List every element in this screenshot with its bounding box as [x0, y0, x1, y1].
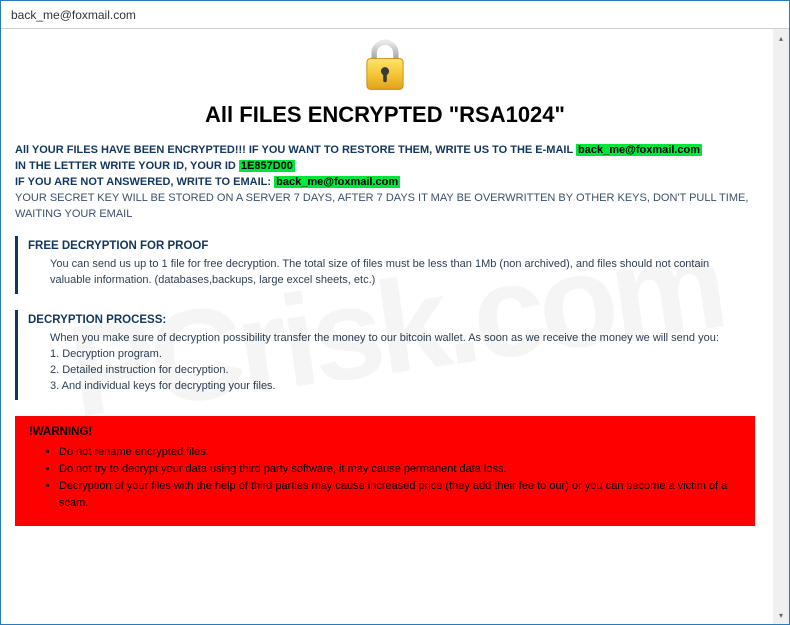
proof-body: You can send us up to 1 file for free de…	[28, 256, 747, 288]
lock-icon-wrap	[15, 35, 755, 98]
intro-line2: IN THE LETTER WRITE YOUR ID, YOUR ID	[15, 160, 239, 172]
intro-line1: All YOUR FILES HAVE BEEN ENCRYPTED!!! IF…	[15, 144, 576, 156]
proof-section: FREE DECRYPTION FOR PROOF You can send u…	[15, 236, 755, 294]
intro-line4: YOUR SECRET KEY WILL BE STORED ON A SERV…	[15, 190, 755, 222]
warning-section: !WARNING! Do not rename encrypted files.…	[15, 416, 755, 526]
contact-email-1: back_me@foxmail.com	[576, 144, 702, 156]
process-section: DECRYPTION PROCESS: When you make sure o…	[15, 310, 755, 400]
window-titlebar: back_me@foxmail.com	[1, 1, 789, 29]
scroll-up-arrow-icon[interactable]: ▴	[774, 31, 788, 45]
process-step-3: 3. And individual keys for decrypting yo…	[50, 378, 747, 394]
intro-line3: IF YOU ARE NOT ANSWERED, WRITE TO EMAIL:	[15, 176, 274, 188]
scroll-down-arrow-icon[interactable]: ▾	[774, 608, 788, 622]
process-step-1: 1. Decryption program.	[50, 346, 747, 362]
process-title: DECRYPTION PROCESS:	[28, 314, 747, 326]
lock-icon	[356, 35, 414, 93]
proof-title: FREE DECRYPTION FOR PROOF	[28, 240, 747, 252]
vertical-scrollbar[interactable]: ▴ ▾	[773, 29, 789, 624]
warning-item-3: Decryption of your files with the help o…	[59, 478, 741, 512]
victim-id: 1E857D00	[239, 160, 295, 172]
intro-block: All YOUR FILES HAVE BEEN ENCRYPTED!!! IF…	[15, 142, 755, 222]
process-step-2: 2. Detailed instruction for decryption.	[50, 362, 747, 378]
warning-item-2: Do not try to decrypt your data using th…	[59, 461, 741, 478]
window-title-text: back_me@foxmail.com	[11, 8, 136, 22]
warning-title: !WARNING!	[29, 426, 741, 438]
warning-item-1: Do not rename encrypted files.	[59, 444, 741, 461]
process-lead: When you make sure of decryption possibi…	[50, 330, 747, 346]
headline: All FILES ENCRYPTED "RSA1024"	[15, 102, 755, 128]
contact-email-2: back_me@foxmail.com	[274, 176, 400, 188]
ransom-note-body: All FILES ENCRYPTED "RSA1024" All YOUR F…	[1, 29, 773, 624]
